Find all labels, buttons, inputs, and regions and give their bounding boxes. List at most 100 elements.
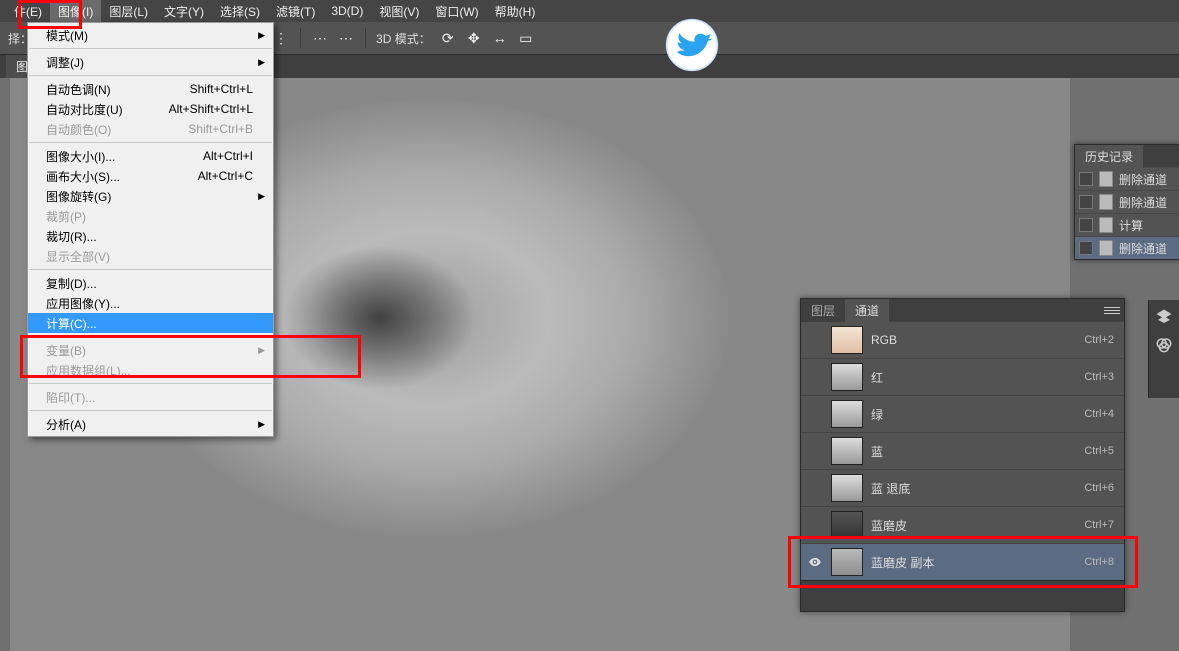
- menu-item-calculations[interactable]: 计算(C)...: [28, 313, 273, 333]
- history-label: 删除通道: [1119, 194, 1167, 211]
- pan-icon[interactable]: ✥: [465, 29, 483, 47]
- channels-icon[interactable]: [1155, 336, 1173, 354]
- channel-row-blue-cutout[interactable]: 蓝 退底 Ctrl+6: [801, 469, 1124, 506]
- channel-name: 蓝磨皮 副本: [871, 554, 1076, 571]
- channel-name: 蓝磨皮: [871, 517, 1076, 534]
- document-icon: [1099, 171, 1113, 187]
- document-icon: [1099, 240, 1113, 256]
- menu-item-auto-tone[interactable]: 自动色调(N)Shift+Ctrl+L: [28, 79, 273, 99]
- panel-tab-channels[interactable]: 通道: [845, 299, 889, 322]
- menu-item-adjustments[interactable]: 调整(J): [28, 52, 273, 72]
- channel-thumb: [831, 548, 863, 576]
- separator: [365, 28, 366, 48]
- camera-icon[interactable]: ▭: [517, 29, 535, 47]
- history-toggle[interactable]: [1079, 218, 1093, 232]
- channel-thumb: [831, 400, 863, 428]
- channel-row-blue-skin-copy[interactable]: 蓝磨皮 副本 Ctrl+8: [801, 543, 1124, 580]
- menu-select[interactable]: 选择(S): [212, 0, 268, 23]
- menu-3d[interactable]: 3D(D): [323, 1, 371, 21]
- visibility-toggle[interactable]: [807, 554, 823, 570]
- menu-view[interactable]: 视图(V): [371, 0, 427, 23]
- visibility-toggle[interactable]: [807, 480, 823, 496]
- separator: [300, 28, 301, 48]
- panel-header: 图层 通道: [801, 299, 1124, 321]
- menu-item-auto-color: 自动颜色(O)Shift+Ctrl+B: [28, 119, 273, 139]
- menu-item-auto-contrast[interactable]: 自动对比度(U)Alt+Shift+Ctrl+L: [28, 99, 273, 119]
- menu-item-trim[interactable]: 裁切(R)...: [28, 226, 273, 246]
- channel-shortcut: Ctrl+5: [1084, 445, 1114, 457]
- visibility-toggle[interactable]: [807, 517, 823, 533]
- history-toggle[interactable]: [1079, 195, 1093, 209]
- channel-shortcut: Ctrl+6: [1084, 482, 1114, 494]
- image-menu-dropdown: 模式(M) 调整(J) 自动色调(N)Shift+Ctrl+L 自动对比度(U)…: [27, 22, 274, 437]
- document-icon: [1099, 217, 1113, 233]
- history-item[interactable]: 删除通道: [1075, 190, 1179, 213]
- channel-thumb: [831, 474, 863, 502]
- menu-item-apply-dataset: 应用数据组(L)...: [28, 360, 273, 380]
- visibility-toggle[interactable]: [807, 406, 823, 422]
- panel-menu-icon[interactable]: [1104, 303, 1120, 317]
- menu-image[interactable]: 图像(I): [50, 0, 101, 23]
- channel-thumb: [831, 437, 863, 465]
- channel-shortcut: Ctrl+8: [1084, 556, 1114, 568]
- bird-logo-icon: [665, 18, 719, 72]
- panel-tab-layers[interactable]: 图层: [801, 299, 845, 322]
- history-item[interactable]: 删除通道: [1075, 236, 1179, 259]
- visibility-toggle[interactable]: [807, 443, 823, 459]
- menu-item-image-size[interactable]: 图像大小(I)...Alt+Ctrl+I: [28, 146, 273, 166]
- distribute-icon[interactable]: ⋯: [311, 29, 329, 47]
- menu-item-crop: 裁剪(P): [28, 206, 273, 226]
- menu-type[interactable]: 文字(Y): [156, 0, 212, 23]
- channel-row-red[interactable]: 红 Ctrl+3: [801, 358, 1124, 395]
- menu-item-apply-image[interactable]: 应用图像(Y)...: [28, 293, 273, 313]
- history-toggle[interactable]: [1079, 172, 1093, 186]
- channel-row-rgb[interactable]: RGB Ctrl+2: [801, 321, 1124, 358]
- panel-tab-history[interactable]: 历史记录: [1075, 145, 1143, 168]
- channel-row-blue-skin[interactable]: 蓝磨皮 Ctrl+7: [801, 506, 1124, 543]
- menu-item-image-rotation[interactable]: 图像旋转(G): [28, 186, 273, 206]
- menu-item-analysis[interactable]: 分析(A): [28, 414, 273, 434]
- visibility-toggle[interactable]: [807, 332, 823, 348]
- menu-item-variables: 变量(B): [28, 340, 273, 360]
- distribute-icon[interactable]: ⋮: [272, 29, 290, 47]
- distribute-icon[interactable]: ⋯: [337, 29, 355, 47]
- channel-row-green[interactable]: 绿 Ctrl+4: [801, 395, 1124, 432]
- channel-name: 绿: [871, 406, 1076, 423]
- move-icon[interactable]: ↔: [491, 29, 509, 47]
- menu-help[interactable]: 帮助(H): [487, 0, 544, 23]
- orbit-icon[interactable]: ⟳: [439, 29, 457, 47]
- menu-item-reveal-all: 显示全部(V): [28, 246, 273, 266]
- panel-header: 历史记录: [1075, 145, 1179, 167]
- layers-icon[interactable]: [1155, 308, 1173, 326]
- menu-filter[interactable]: 滤镜(T): [268, 0, 323, 23]
- channel-thumb: [831, 363, 863, 391]
- channel-shortcut: Ctrl+3: [1084, 371, 1114, 383]
- history-label: 计算: [1119, 217, 1143, 234]
- history-panel: 历史记录 删除通道 删除通道 计算 删除通道: [1074, 144, 1179, 260]
- menu-item-duplicate[interactable]: 复制(D)...: [28, 273, 273, 293]
- right-panel-strip: [1148, 300, 1179, 398]
- history-label: 删除通道: [1119, 171, 1167, 188]
- channel-shortcut: Ctrl+4: [1084, 408, 1114, 420]
- channel-shortcut: Ctrl+2: [1084, 334, 1114, 346]
- history-toggle[interactable]: [1079, 241, 1093, 255]
- channel-thumb: [831, 326, 863, 354]
- threeD-label: 3D 模式：: [376, 30, 431, 47]
- channels-panel: 图层 通道 RGB Ctrl+2 红 Ctrl+3 绿 Ctrl+4 蓝 Ctr…: [800, 298, 1125, 612]
- channel-row-blue[interactable]: 蓝 Ctrl+5: [801, 432, 1124, 469]
- history-item[interactable]: 删除通道: [1075, 167, 1179, 190]
- history-item[interactable]: 计算: [1075, 213, 1179, 236]
- channel-name: 红: [871, 369, 1076, 386]
- menu-window[interactable]: 窗口(W): [427, 0, 486, 23]
- history-label: 删除通道: [1119, 240, 1167, 257]
- channel-thumb: [831, 511, 863, 539]
- channel-name: RGB: [871, 333, 1076, 347]
- visibility-toggle[interactable]: [807, 369, 823, 385]
- menu-file[interactable]: 件(E): [6, 0, 50, 23]
- menu-item-mode[interactable]: 模式(M): [28, 25, 273, 45]
- menu-layer[interactable]: 图层(L): [101, 0, 156, 23]
- menu-item-canvas-size[interactable]: 画布大小(S)...Alt+Ctrl+C: [28, 166, 273, 186]
- menu-item-trap: 陷印(T)...: [28, 387, 273, 407]
- channel-name: 蓝: [871, 443, 1076, 460]
- channels-footer: [801, 580, 1124, 611]
